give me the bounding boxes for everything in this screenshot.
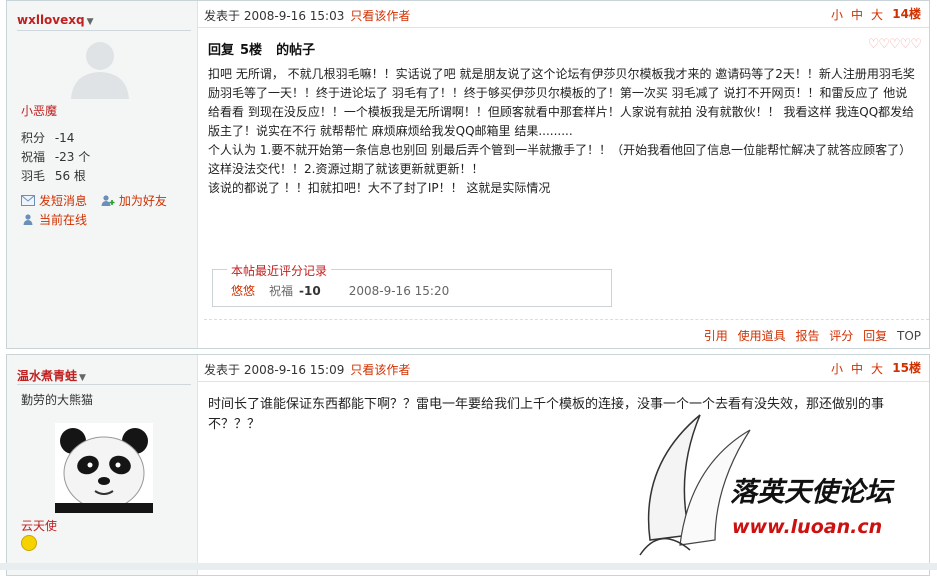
top-link[interactable]: TOP (897, 329, 921, 343)
online-status: 当前在线 (21, 211, 167, 230)
watermark-name: 落英天使论坛 (730, 477, 895, 508)
posted-label: 发表于 (204, 9, 241, 23)
rating-record-row: 悠悠 祝福 -10 2008-9-16 15:20 (231, 282, 449, 299)
rater-name[interactable]: 悠悠 (231, 284, 255, 298)
author-username[interactable]: 温水煮青蛙 ▼ (17, 367, 86, 384)
envelope-icon (21, 195, 35, 206)
quote-link[interactable]: 引用 (704, 329, 728, 343)
avatar[interactable] (55, 423, 153, 513)
user-stats: 积分 -14 祝福 -23 个 羽毛 56 根 (21, 129, 90, 186)
report-link[interactable]: 报告 (795, 329, 819, 343)
post-paragraph: 扣吧 无所谓， 不就几根羽毛嘛！！实话说了吧 就是朋友说了这个论坛有伊莎贝尔模板… (208, 67, 915, 138)
font-large-link[interactable]: 大 (871, 362, 885, 376)
rating-record-legend: 本帖最近评分记录 (227, 262, 332, 279)
post-body: 扣吧 无所谓， 不就几根羽毛嘛！！实话说了吧 就是朋友说了这个论坛有伊莎贝尔模板… (208, 65, 918, 198)
horizontal-scrollbar[interactable] (0, 563, 937, 570)
post-header: 发表于 2008-9-16 15:03 只看该作者 小中大 14楼 (198, 1, 929, 28)
only-author-link[interactable]: 只看该作者 (350, 9, 410, 23)
user-online-icon (23, 214, 33, 225)
font-medium-link[interactable]: 中 (851, 8, 865, 22)
rating-value: -10 (299, 284, 321, 298)
user-title: 小恶魔 (21, 104, 58, 118)
rating-time: 2008-9-16 15:20 (348, 284, 450, 298)
reply-link[interactable]: 回复 (863, 329, 887, 343)
stat-label: 祝福 (21, 150, 46, 164)
font-size-switcher: 小中大 (825, 6, 885, 23)
rating-hearts-icon: ♡♡♡♡♡ (867, 37, 922, 52)
post-time: 2008-9-16 15:09 (243, 363, 345, 377)
floor-number[interactable]: 15楼 (892, 359, 921, 376)
avatar[interactable] (65, 39, 135, 99)
divider (17, 384, 191, 385)
stat-label: 积分 (21, 131, 46, 145)
rating-record-box: 本帖最近评分记录 悠悠 祝福 -10 2008-9-16 15:20 (212, 262, 612, 307)
post-paragraph: 个人认为 1.要不就开始第一条信息也别回 别最后弄个管到一半就撒手了！！（开始我… (208, 143, 912, 176)
add-user-icon (101, 195, 115, 206)
forum-watermark-logo: 落英天使论坛 www.luoan.cn (639, 414, 895, 556)
smiley-icon (21, 535, 37, 551)
use-item-link[interactable]: 使用道具 (738, 329, 786, 343)
divider (17, 30, 191, 31)
post-title: 回复 5楼 的帖子 (208, 43, 316, 58)
rating-field: 祝福 (269, 284, 294, 298)
font-large-link[interactable]: 大 (871, 8, 885, 22)
posted-label: 发表于 (204, 363, 241, 377)
font-small-link[interactable]: 小 (831, 8, 845, 22)
stat-value: -14 (54, 131, 75, 145)
font-small-link[interactable]: 小 (831, 362, 845, 376)
post-14: wxllovexq ▼ 小恶魔 积分 -14 祝福 -23 个 羽毛 56 根 发… (6, 0, 930, 349)
user-actions: 发短消息 加为好友 当前在线 (21, 192, 167, 230)
font-size-switcher: 小中大 (825, 360, 885, 377)
post-time: 2008-9-16 15:03 (243, 9, 345, 23)
only-author-link[interactable]: 只看该作者 (350, 363, 410, 377)
post-content-area: 发表于 2008-9-16 15:03 只看该作者 小中大 14楼 回复 5楼 的帖子… (198, 1, 929, 348)
author-username[interactable]: wxllovexq ▼ (17, 13, 94, 27)
stat-value: 56 根 (54, 169, 86, 183)
stat-label: 羽毛 (21, 169, 46, 183)
chevron-down-icon[interactable]: ▼ (87, 17, 94, 27)
rate-link[interactable]: 评分 (829, 329, 853, 343)
post-footer: 引用 使用道具 报告 评分 回复 TOP (204, 319, 929, 348)
font-medium-link[interactable]: 中 (851, 362, 865, 376)
user-group: 云天使 (21, 519, 58, 533)
author-sidebar: 温水煮青蛙 ▼ 勤劳的大熊猫 云天使 (7, 355, 198, 575)
add-friend-link[interactable]: 加为好友 (101, 194, 167, 208)
watermark-url: www.luoan.cn (732, 516, 882, 538)
post-header: 发表于 2008-9-16 15:09 只看该作者 小中大 15楼 (198, 355, 929, 382)
chevron-down-icon[interactable]: ▼ (79, 373, 86, 383)
stat-value: -23 个 (54, 150, 91, 164)
user-title: 勤劳的大熊猫 (21, 393, 94, 407)
author-sidebar: wxllovexq ▼ 小恶魔 积分 -14 祝福 -23 个 羽毛 56 根 发… (7, 1, 198, 348)
send-message-link[interactable]: 发短消息 (21, 194, 87, 208)
floor-number[interactable]: 14楼 (892, 5, 921, 22)
post-paragraph: 该说的都说了 ！！扣就扣吧！大不了封了IP！！ 这就是实际情况 (208, 181, 551, 195)
